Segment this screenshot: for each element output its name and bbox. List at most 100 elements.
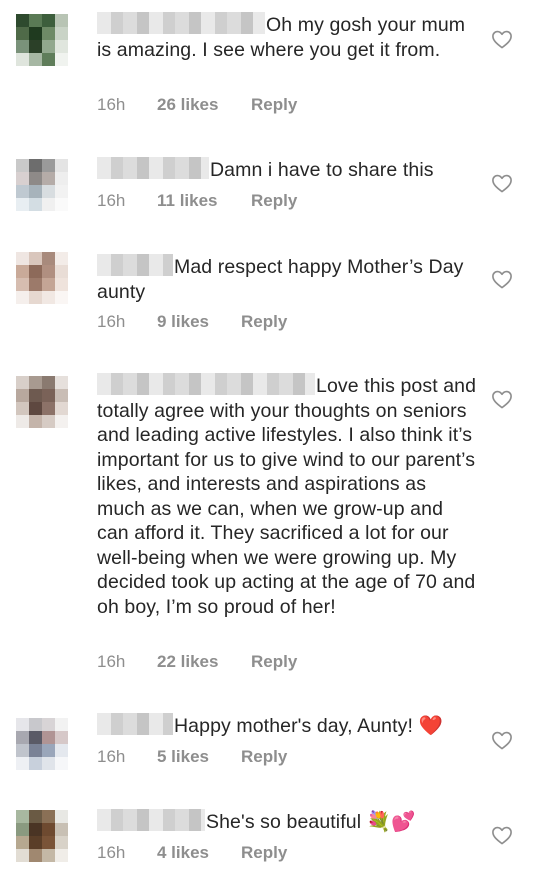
avatar-pixel <box>29 265 42 278</box>
avatar-pixel <box>16 402 29 415</box>
avatar-pixel <box>16 27 29 40</box>
avatar-pixel <box>16 265 29 278</box>
comment-meta: 16h 11 likes Reply <box>97 191 297 211</box>
comment-body: Happy mother's day, Aunty! ❤️ <box>174 715 443 737</box>
avatar-pixel <box>16 376 29 389</box>
reply-button[interactable]: Reply <box>241 747 287 767</box>
avatar-pixel <box>16 744 29 757</box>
reply-button[interactable]: Reply <box>251 652 297 672</box>
avatar[interactable] <box>16 252 68 304</box>
avatar-pixel <box>55 14 68 27</box>
avatar-pixel <box>29 172 42 185</box>
avatar-pixel <box>29 402 42 415</box>
avatar-pixel <box>55 731 68 744</box>
avatar-pixel <box>29 389 42 402</box>
avatar-pixel <box>29 159 42 172</box>
avatar-pixel <box>16 252 29 265</box>
avatar-pixel <box>55 172 68 185</box>
avatar-pixel <box>55 278 68 291</box>
like-count[interactable]: 9 likes <box>157 312 209 332</box>
like-count[interactable]: 26 likes <box>157 95 218 115</box>
avatar-pixel <box>42 198 55 211</box>
avatar-pixel <box>42 415 55 428</box>
reply-button[interactable]: Reply <box>251 95 297 115</box>
comment-text: Damn i have to share this <box>97 157 477 183</box>
comment-text: She's so beautiful 💐💕 <box>97 809 477 835</box>
reply-button[interactable]: Reply <box>241 843 287 863</box>
avatar-pixel <box>29 718 42 731</box>
heart-icon[interactable] <box>491 269 513 289</box>
avatar[interactable] <box>16 14 68 66</box>
avatar-pixel <box>42 402 55 415</box>
heart-icon[interactable] <box>491 389 513 409</box>
avatar-pixel <box>55 27 68 40</box>
avatar-pixel <box>55 823 68 836</box>
avatar-pixel <box>16 389 29 402</box>
avatar-pixel <box>55 757 68 770</box>
comment-time: 16h <box>97 191 126 210</box>
avatar-pixel <box>16 836 29 849</box>
heart-icon[interactable] <box>491 173 513 193</box>
avatar-pixel <box>42 744 55 757</box>
comment-time: 16h <box>97 312 126 331</box>
reply-button[interactable]: Reply <box>241 312 287 332</box>
avatar-pixel <box>29 849 42 862</box>
comment-meta: 16h 5 likes Reply <box>97 747 287 767</box>
avatar-pixel <box>29 836 42 849</box>
avatar-pixel <box>16 757 29 770</box>
avatar-pixel <box>55 849 68 862</box>
heart-icon[interactable] <box>491 730 513 750</box>
avatar-pixel <box>16 849 29 862</box>
avatar-pixel <box>29 823 42 836</box>
avatar-pixel <box>42 757 55 770</box>
avatar-pixel <box>55 836 68 849</box>
avatar-pixel <box>16 40 29 53</box>
like-count[interactable]: 4 likes <box>157 843 209 863</box>
heart-icon[interactable] <box>491 825 513 845</box>
avatar-pixel <box>29 53 42 66</box>
avatar-pixel <box>42 172 55 185</box>
username-blurred[interactable] <box>97 809 205 831</box>
like-count[interactable]: 11 likes <box>157 191 218 211</box>
username-blurred[interactable] <box>97 713 173 735</box>
avatar-pixel <box>16 198 29 211</box>
avatar-pixel <box>16 14 29 27</box>
avatar-pixel <box>55 402 68 415</box>
avatar-pixel <box>42 53 55 66</box>
heart-icon[interactable] <box>491 29 513 49</box>
avatar[interactable] <box>16 376 68 428</box>
comment-text: Happy mother's day, Aunty! ❤️ <box>97 713 477 739</box>
avatar[interactable] <box>16 159 68 211</box>
avatar-pixel <box>16 718 29 731</box>
avatar-pixel <box>42 718 55 731</box>
username-blurred[interactable] <box>97 157 209 179</box>
avatar[interactable] <box>16 810 68 862</box>
username-blurred[interactable] <box>97 254 173 276</box>
avatar-pixel <box>16 53 29 66</box>
avatar-pixel <box>29 810 42 823</box>
avatar-pixel <box>29 198 42 211</box>
avatar-pixel <box>29 291 42 304</box>
avatar-pixel <box>29 278 42 291</box>
avatar-pixel <box>55 376 68 389</box>
avatar-pixel <box>55 415 68 428</box>
reply-button[interactable]: Reply <box>251 191 297 211</box>
avatar-pixel <box>29 744 42 757</box>
avatar-pixel <box>42 265 55 278</box>
username-blurred[interactable] <box>97 12 265 34</box>
username-blurred[interactable] <box>97 373 315 395</box>
avatar-pixel <box>55 185 68 198</box>
avatar-pixel <box>42 810 55 823</box>
avatar-pixel <box>55 252 68 265</box>
avatar[interactable] <box>16 718 68 770</box>
avatar-pixel <box>55 389 68 402</box>
comment-time: 16h <box>97 843 126 862</box>
avatar-pixel <box>16 823 29 836</box>
avatar-pixel <box>55 40 68 53</box>
avatar-pixel <box>55 159 68 172</box>
avatar-pixel <box>29 415 42 428</box>
like-count[interactable]: 5 likes <box>157 747 209 767</box>
avatar-pixel <box>29 40 42 53</box>
like-count[interactable]: 22 likes <box>157 652 218 672</box>
comment-meta: 16h 4 likes Reply <box>97 843 287 863</box>
